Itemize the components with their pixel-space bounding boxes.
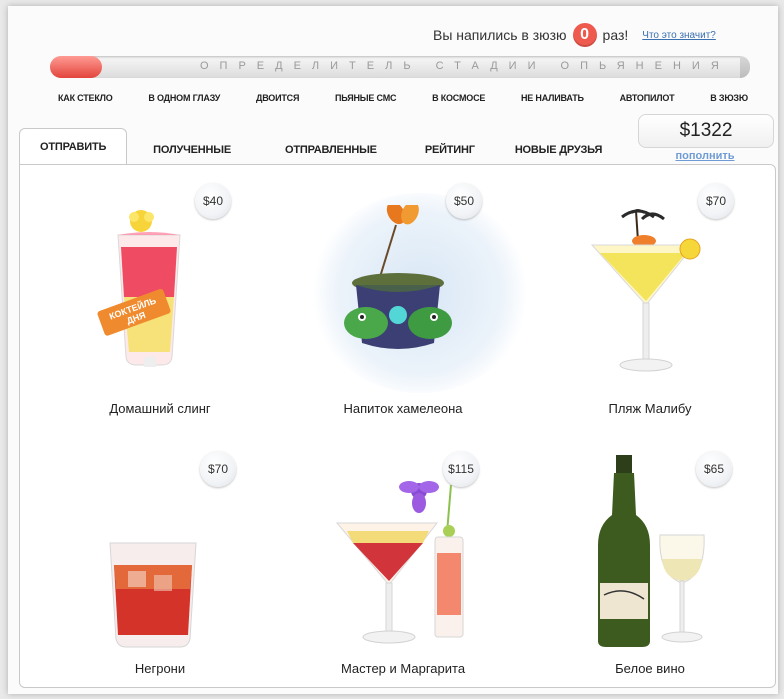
tab-new-friends[interactable]: НОВЫЕ ДРУЗЬЯ (495, 135, 622, 165)
tab-bar: ОТПРАВИТЬ ПОЛУЧЕННЫЕ ОТПРАВЛЕННЫЕ РЕЙТИН… (19, 127, 622, 165)
tab-received[interactable]: ПОЛУЧЕННЫЕ (127, 135, 265, 165)
drink-card[interactable]: $70 Пляж Малибу (550, 177, 750, 427)
drink-name: Пляж Малибу (608, 401, 692, 416)
drink-card[interactable]: $40 КОКТЕЙЛЬ ДНЯ Домашний слинг (60, 177, 260, 427)
drink-name: Мастер и Маргарита (340, 661, 466, 676)
drink-name: Негрони (134, 661, 186, 676)
drunk-counter: Вы напились в зюзю 0 раз! Что это значит… (433, 23, 716, 47)
counter-prefix: Вы напились в зюзю (433, 27, 567, 43)
martini-palm-icon (590, 209, 701, 372)
price-badge[interactable]: $70 (200, 451, 236, 487)
drink-card[interactable]: $115 Мастер и Маргарита (303, 445, 503, 695)
stage-label: В ЗЮЗЮ (710, 93, 748, 103)
stage-label: КАК СТЕКЛО (58, 93, 113, 103)
tab-sent[interactable]: ОТПРАВЛЕННЫЕ (265, 135, 403, 165)
counter-suffix: раз! (602, 27, 629, 43)
intoxication-meter: ОПРЕДЕЛИТЕЛЬ СТАДИИ ОПЬЯНЕНИЯ (50, 56, 750, 78)
wine-bottle-icon (598, 455, 705, 647)
tumbler-glass-icon (109, 542, 197, 648)
martini-flower-icon (335, 481, 464, 644)
chameleon-cup-icon (344, 205, 452, 349)
stage-label: НЕ НАЛИВАТЬ (521, 93, 584, 103)
stage-label: ПЬЯНЫЕ СМС (335, 93, 397, 103)
help-link[interactable]: Что это значит? (642, 30, 716, 41)
drink-name: Домашний слинг (109, 401, 211, 416)
meter-fill (50, 56, 102, 78)
drink-card[interactable]: $50 Напиток хамелеона (303, 177, 503, 427)
meter-caption: ОПРЕДЕЛИТЕЛЬ СТАДИИ ОПЬЯНЕНИЯ (200, 60, 730, 72)
stage-label: ДВОИТСЯ (255, 93, 300, 103)
app-frame: Вы напились в зюзю 0 раз! Что это значит… (8, 6, 778, 694)
drink-card[interactable]: $70 Негрони (60, 445, 260, 695)
drink-card[interactable]: $65 Белое вино (550, 445, 750, 695)
counter-value-badge: 0 (572, 23, 597, 47)
meter-end-cap (740, 56, 750, 78)
stage-labels: КАК СТЕКЛО В ОДНОМ ГЛАЗУ ДВОИТСЯ ПЬЯНЫЕ … (58, 93, 748, 103)
drinks-panel: $40 КОКТЕЙЛЬ ДНЯ Домашний слинг $50 Напи… (19, 164, 776, 688)
topup-link[interactable]: пополнить (638, 150, 772, 162)
tab-rating[interactable]: РЕЙТИНГ (403, 135, 495, 165)
drink-name: Белое вино (615, 661, 685, 676)
balance-display: $1322 (638, 114, 774, 148)
stage-label: АВТОПИЛОТ (619, 93, 675, 103)
drink-name: Напиток хамелеона (343, 401, 463, 416)
tab-send[interactable]: ОТПРАВИТЬ (19, 128, 128, 165)
stage-label: В ОДНОМ ГЛАЗУ (148, 93, 221, 103)
stage-label: В КОСМОСЕ (432, 93, 486, 103)
sling-glass-icon: КОКТЕЙЛЬ ДНЯ (97, 210, 181, 367)
